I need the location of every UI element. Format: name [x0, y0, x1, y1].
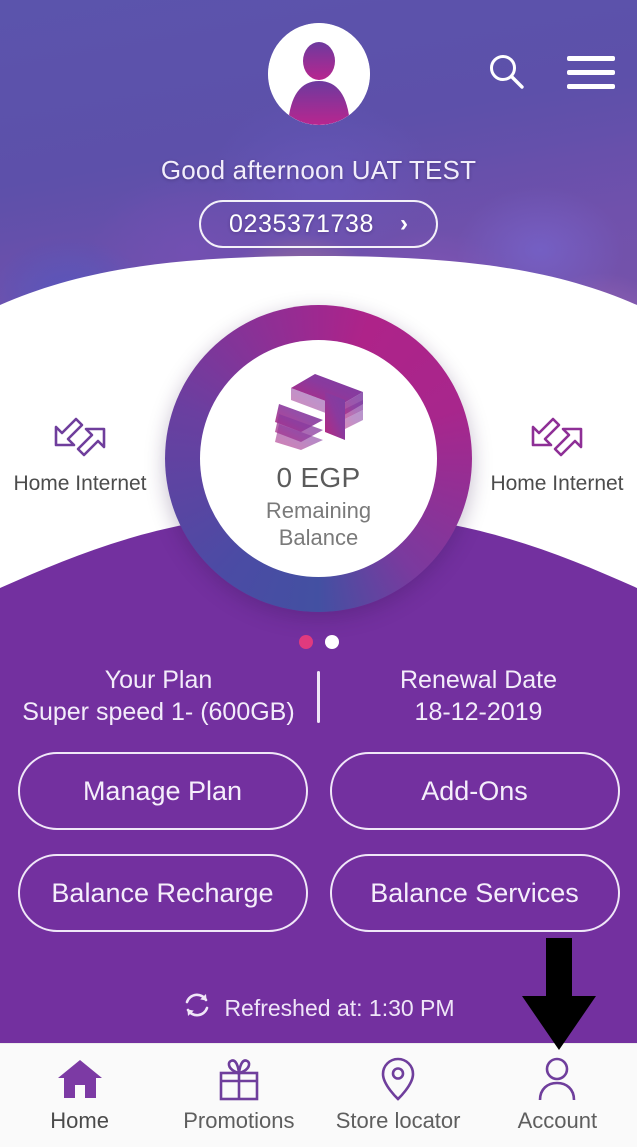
balance-amount: 0 EGP	[276, 462, 361, 493]
home-icon	[57, 1057, 103, 1101]
nav-label-store-locator: Store locator	[335, 1108, 461, 1133]
plan-value: Super speed 1- (600GB)	[22, 698, 295, 727]
nav-item-promotions[interactable]: Promotions	[159, 1044, 318, 1147]
chevron-right-icon: ›	[400, 210, 409, 237]
add-ons-button[interactable]: Add-Ons	[329, 752, 620, 830]
refresh-icon	[182, 990, 212, 1026]
phone-number-value: 0235371738	[228, 209, 375, 238]
balance-ring-inner: 0 EGP Remaining Balance	[200, 340, 437, 577]
hamburger-menu-icon[interactable]	[567, 55, 615, 89]
map-pin-icon	[378, 1057, 418, 1101]
plan-title: Your Plan	[104, 665, 213, 694]
gift-icon	[216, 1057, 262, 1101]
refresh-status[interactable]: Refreshed at: 1:30 PM	[0, 990, 637, 1026]
app-header	[0, 0, 637, 150]
shortcut-right-label: Home Internet	[490, 472, 624, 495]
nav-item-store-locator[interactable]: Store locator	[319, 1044, 478, 1147]
money-stack-icon	[271, 372, 367, 450]
person-icon	[537, 1057, 577, 1101]
carousel-dot-1[interactable]	[298, 635, 313, 649]
data-transfer-arrows-icon	[49, 415, 111, 464]
shortcut-left-label: Home Internet	[13, 472, 147, 495]
manage-plan-button[interactable]: Manage Plan	[17, 752, 308, 830]
refresh-text: Refreshed at: 1:30 PM	[224, 994, 455, 1021]
nav-label-home: Home	[50, 1108, 109, 1133]
data-transfer-arrows-icon	[526, 415, 588, 464]
carousel-dots	[0, 635, 637, 649]
renewal-column: Renewal Date 18-12-2019	[320, 664, 637, 730]
nav-item-account[interactable]: Account	[478, 1044, 637, 1147]
balance-recharge-button[interactable]: Balance Recharge	[17, 854, 308, 932]
action-buttons: Manage Plan Add-Ons Balance Recharge Bal…	[0, 752, 637, 932]
balance-services-button[interactable]: Balance Services	[329, 854, 620, 932]
renewal-value: 18-12-2019	[414, 698, 543, 727]
greeting-text: Good afternoon UAT TEST	[160, 155, 477, 185]
shortcut-left[interactable]: Home Internet	[0, 415, 165, 496]
phone-number-button[interactable]: 0235371738 ›	[199, 200, 438, 248]
plan-info-row: Your Plan Super speed 1- (600GB) Renewal…	[0, 662, 637, 732]
balance-label-line1: Remaining	[265, 498, 372, 523]
carousel-dot-2[interactable]	[324, 635, 339, 649]
search-icon[interactable]	[487, 52, 527, 92]
plan-column: Your Plan Super speed 1- (600GB)	[0, 664, 317, 730]
nav-item-home[interactable]: Home	[0, 1044, 159, 1147]
bottom-navigation: Home Promotions Store locator Account	[0, 1043, 637, 1147]
shortcut-right[interactable]: Home Internet	[472, 415, 637, 496]
mobile-app-screen: Good afternoon UAT TEST 0235371738 › Hom…	[0, 0, 637, 1147]
nav-label-promotions: Promotions	[183, 1108, 295, 1133]
header-actions	[487, 52, 615, 92]
balance-label-line2: Balance	[278, 524, 359, 550]
nav-label-account: Account	[517, 1108, 598, 1133]
balance-ring[interactable]: 0 EGP Remaining Balance	[165, 305, 472, 612]
renewal-title: Renewal Date	[399, 665, 558, 694]
balance-label: Remaining Balance	[266, 498, 371, 552]
avatar[interactable]	[268, 23, 370, 125]
